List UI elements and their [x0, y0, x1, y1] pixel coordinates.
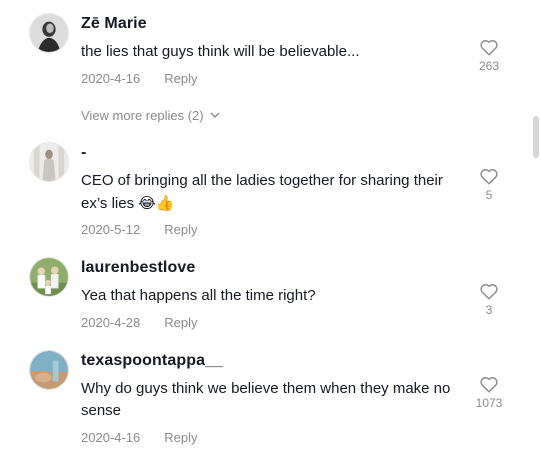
like-count: 1073 [475, 396, 503, 410]
avatar[interactable] [29, 142, 69, 182]
chevron-down-icon [210, 107, 220, 122]
heart-outline-icon [480, 169, 498, 185]
reply-button[interactable]: Reply [164, 430, 197, 445]
like-button[interactable]: 1073 [469, 375, 509, 410]
reply-button[interactable]: Reply [164, 315, 197, 330]
avatar[interactable] [29, 350, 69, 390]
reply-button[interactable]: Reply [164, 222, 197, 237]
heart-outline-icon [480, 377, 498, 393]
like-count: 3 [485, 303, 493, 317]
comment-meta: 2020-4-28 Reply [81, 315, 198, 330]
comment-username[interactable]: Zē Marie [81, 15, 147, 33]
comment-text-body: CEO of bringing all the ladies together … [81, 172, 443, 212]
comment-text: Yea that happens all the time right? [81, 287, 316, 304]
heart-outline-icon [480, 40, 498, 56]
comment-username[interactable]: texaspoontappa__ [81, 352, 223, 370]
avatar[interactable] [29, 13, 69, 53]
like-button[interactable]: 263 [469, 38, 509, 73]
comment-text: the lies that guys think will be believa… [81, 43, 360, 60]
comment-username[interactable]: laurenbestlove [81, 259, 195, 277]
heart-outline-icon [480, 284, 498, 300]
view-more-label: View more replies (2) [81, 108, 204, 123]
comment-date: 2020-5-12 [81, 222, 141, 237]
view-more-replies-button[interactable]: View more replies (2) [81, 107, 220, 123]
comment-meta: 2020-4-16 Reply [81, 430, 198, 445]
comment-date: 2020-4-16 [81, 430, 141, 445]
like-count: 263 [478, 59, 500, 73]
scrollbar[interactable] [533, 116, 539, 158]
comment-username[interactable]: - [81, 144, 86, 162]
comment-emoji: 😂👍 [138, 194, 175, 212]
like-button[interactable]: 3 [469, 282, 509, 317]
like-count: 5 [485, 188, 493, 202]
comment-text: CEO of bringing all the ladies together … [81, 170, 451, 215]
comment-meta: 2020-4-16 Reply [81, 71, 198, 86]
reply-button[interactable]: Reply [164, 71, 197, 86]
like-button[interactable]: 5 [469, 167, 509, 202]
comment-date: 2020-4-16 [81, 71, 141, 86]
comment-text: Why do guys think we believe them when t… [81, 380, 451, 419]
comment-date: 2020-4-28 [81, 315, 141, 330]
comment-meta: 2020-5-12 Reply [81, 222, 198, 237]
avatar[interactable] [29, 257, 69, 297]
